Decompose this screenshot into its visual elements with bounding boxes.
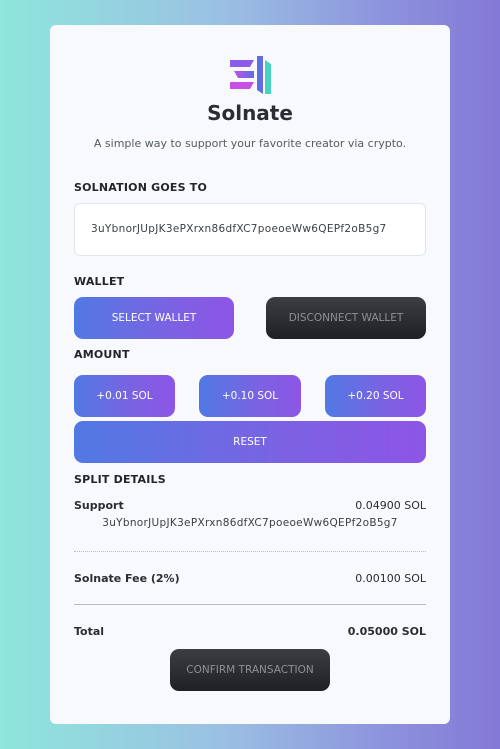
recipient-label: SOLNATION GOES TO [74,181,208,194]
split-details-label: SPLIT DETAILS [74,473,166,486]
amount-option-0.20-button[interactable]: +0.20 SOL [325,375,426,417]
wallet-label: WALLET [74,275,125,288]
recipient-address-field[interactable]: 3uYbnorJUpJK3ePXrxn86dfXC7poeoeWw6QEPf2o… [74,203,426,256]
fee-value: 0.00100 SOL [355,572,426,585]
support-value: 0.04900 SOL [355,499,426,512]
select-wallet-button[interactable]: SELECT WALLET [74,297,234,339]
reset-amount-button[interactable]: RESET [74,421,426,463]
support-address: 3uYbnorJUpJK3ePXrxn86dfXC7poeoeWw6QEPf2o… [102,517,398,529]
amount-option-0.01-button[interactable]: +0.01 SOL [74,375,175,417]
amount-label: AMOUNT [74,348,130,361]
confirm-transaction-button[interactable]: CONFIRM TRANSACTION [170,649,330,691]
fee-label: Solnate Fee (2%) [74,572,180,585]
total-label: Total [74,625,105,638]
split-divider [74,551,426,552]
disconnect-wallet-button[interactable]: DISCONNECT WALLET [266,297,426,339]
support-label: Support [74,499,124,512]
amount-option-0.10-button[interactable]: +0.10 SOL [199,375,301,417]
donation-card: Solnate A simple way to support your fav… [50,25,450,724]
total-divider [74,604,426,605]
total-value: 0.05000 SOL [347,625,426,638]
brand-tagline: A simple way to support your favorite cr… [93,137,407,150]
brand-name: Solnate [207,101,293,125]
solnate-logo-icon [230,56,271,94]
